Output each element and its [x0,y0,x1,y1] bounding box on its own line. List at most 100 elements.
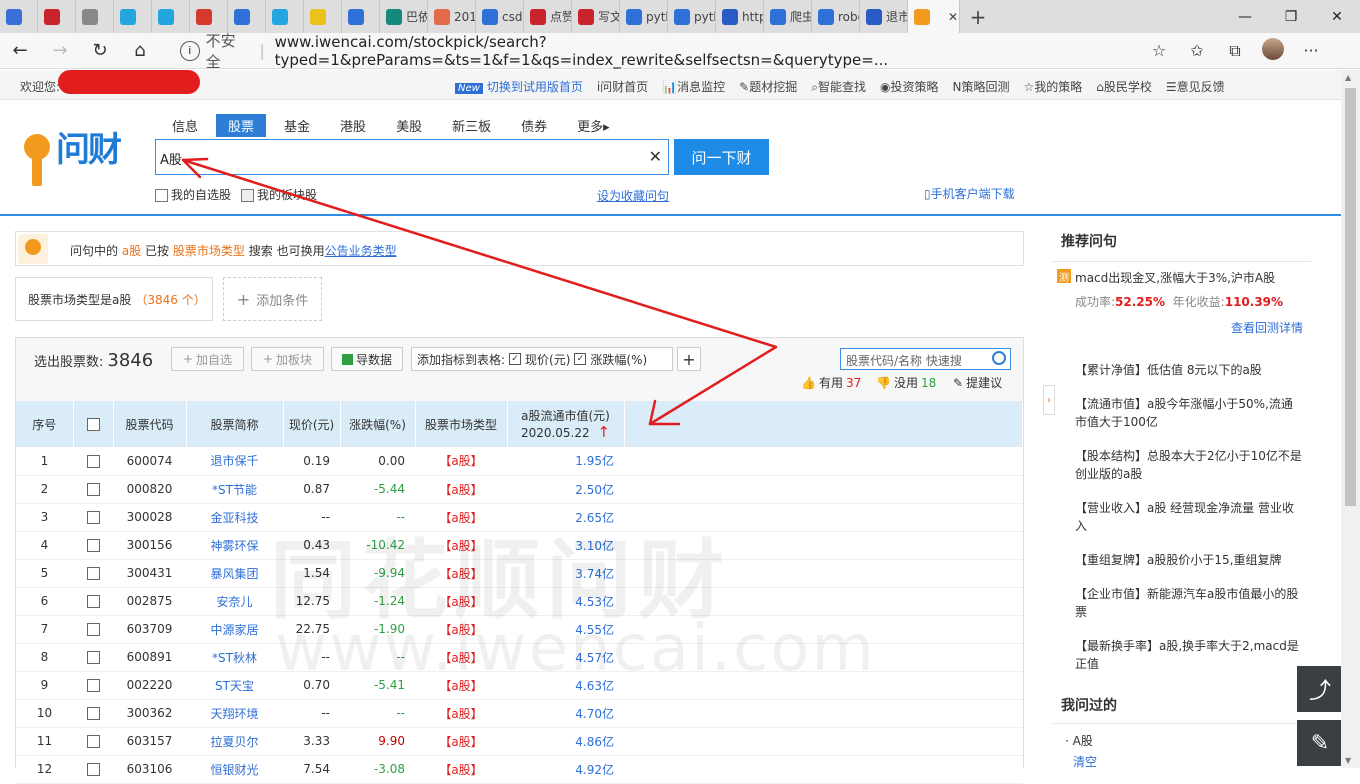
col-code[interactable]: 股票代码 [113,401,187,447]
stock-name-link[interactable]: 退市保千 [186,447,283,475]
save-question-link[interactable]: 设为收藏问句 [597,187,669,204]
useless-button[interactable]: 👎 没用 18 [876,374,936,391]
iwencai-home-link[interactable]: i问财首页 [597,78,648,95]
select-checkbox[interactable] [86,511,100,524]
browser-tab[interactable] [228,0,266,33]
price-indicator-checkbox[interactable]: ✓ [509,353,522,365]
stock-name-link[interactable]: ST天宝 [186,671,283,699]
recommend-item[interactable]: 【重组复牌】a股股价小于15,重组复牌 [1075,551,1303,569]
browser-tab[interactable]: 写文 [572,0,620,33]
stock-name-link[interactable]: 天翔环境 [186,699,283,727]
select-checkbox[interactable] [86,454,100,468]
category-tab[interactable]: 信息 [160,114,210,137]
feedback-link[interactable]: ☰意见反馈 [1166,78,1225,95]
table-row[interactable]: 2 000820 *ST节能 0.87 -5.44 【a股】 2.50亿 [16,475,1023,503]
browser-tab[interactable]: 巴依 [380,0,428,33]
table-row[interactable]: 12 603106 恒银财光 7.54 -3.08 【a股】 4.92亿 [16,755,1023,783]
select-checkbox[interactable] [86,679,100,692]
stock-name-link[interactable]: 暴风集团 [186,559,283,587]
select-checkbox[interactable] [86,707,100,720]
minimize-icon[interactable]: — [1222,0,1268,33]
smart-search-link[interactable]: ⌕智能查找 [811,78,866,95]
browser-tab[interactable] [76,0,114,33]
restore-icon[interactable]: ❐ [1268,0,1314,33]
profile-avatar[interactable] [1254,37,1292,64]
recommend-item[interactable]: 【企业市值】新能源汽车a股市值最小的股票 [1075,585,1303,621]
col-float-mktcap[interactable]: a股流通市值(元) 2020.05.22 ↑ [507,401,625,447]
select-checkbox[interactable] [86,539,100,552]
browser-tab[interactable] [190,0,228,33]
browser-tab[interactable] [342,0,380,33]
category-tab[interactable]: 新三板 [440,114,503,137]
close-window-icon[interactable]: ✕ [1314,0,1360,33]
row-checkbox[interactable] [73,559,113,587]
quick-search-input[interactable]: 股票代码/名称 快速搜 [840,348,1011,370]
stock-name-link[interactable]: *ST节能 [186,475,283,503]
select-checkbox[interactable] [86,651,100,664]
my-sectors-checkbox[interactable]: 我的板块股 [241,186,317,203]
browser-tab[interactable] [0,0,38,33]
browser-tab[interactable]: pyth [668,0,716,33]
col-market-type[interactable]: 股票市场类型 [415,401,508,447]
select-checkbox[interactable] [86,735,100,748]
row-checkbox[interactable] [73,699,113,727]
stock-name-link[interactable]: 中源家居 [186,615,283,643]
browser-tab[interactable]: robo [812,0,860,33]
change-indicator-checkbox[interactable]: ✓ [574,353,587,365]
col-name[interactable]: 股票简称 [186,401,284,447]
trial-home-link[interactable]: New 切换到试用版首页 [455,78,583,95]
condition-chip[interactable]: 股票市场类型是a股 （3846 个） [15,277,213,321]
back-icon[interactable]: ← [0,40,40,61]
close-tab-icon[interactable]: ✕ [948,10,958,24]
row-checkbox[interactable] [73,503,113,531]
recommend-item[interactable]: 【流通市值】a股今年涨幅小于50%,流通市值大于100亿 [1075,395,1303,431]
row-checkbox[interactable] [73,643,113,671]
col-price[interactable]: 现价(元) [283,401,341,447]
stock-name-link[interactable]: 拉夏贝尔 [186,727,283,755]
collapse-sidebar-icon[interactable]: › [1043,385,1055,415]
browser-tab[interactable] [266,0,304,33]
add-favorite-button[interactable]: + 加自选 [171,347,244,371]
col-change[interactable]: 涨跌幅(%) [340,401,416,447]
col-select-all[interactable] [73,401,114,447]
message-monitor-link[interactable]: 📊消息监控 [662,78,725,95]
float-mktcap-link[interactable]: 2.50亿 [507,475,624,503]
announcement-type-link[interactable]: 公告业务类型 [325,244,397,258]
category-tab[interactable]: 基金 [272,114,322,137]
row-checkbox[interactable] [73,475,113,503]
browser-tab[interactable] [152,0,190,33]
edit-icon[interactable]: ✎ [1297,720,1343,766]
float-mktcap-link[interactable]: 4.70亿 [507,699,624,727]
stock-name-link[interactable]: 恒银财光 [186,755,283,783]
add-condition-button[interactable]: + 添加条件 [223,277,322,321]
url-field[interactable]: i 不安全 | www.iwencai.com/stockpick/search… [180,32,1140,71]
home-icon[interactable]: ⌂ [120,40,160,61]
suggest-button[interactable]: ✎ 提建议 [953,374,1002,391]
float-mktcap-link[interactable]: 4.86亿 [507,727,624,755]
browser-tab[interactable]: http: [716,0,764,33]
useful-button[interactable]: 👍 有用 37 [801,374,861,391]
stock-name-link[interactable]: 安奈儿 [186,587,283,615]
school-link[interactable]: ⌂股民学校 [1096,78,1152,95]
my-stocks-checkbox[interactable]: 我的自选股 [155,186,231,203]
select-checkbox[interactable] [86,595,100,608]
select-checkbox[interactable] [86,567,100,580]
add-indicator-button[interactable]: + [677,347,701,371]
row-checkbox[interactable] [73,531,113,559]
browser-tab[interactable]: 2018 [428,0,476,33]
stock-name-link[interactable]: *ST秋林 [186,643,283,671]
browser-tab[interactable] [304,0,342,33]
invest-strategy-link[interactable]: ◉投资策略 [880,78,939,95]
browser-tab[interactable]: csdn [476,0,524,33]
browser-tab[interactable]: 爬虫 [764,0,812,33]
scroll-up-icon[interactable]: ▲ [1345,73,1351,82]
browser-tab[interactable]: 点赞 [524,0,572,33]
select-checkbox[interactable] [86,763,100,776]
more-menu-icon[interactable]: ··· [1292,41,1330,60]
row-checkbox[interactable] [73,587,113,615]
recommend-item[interactable]: 【最新换手率】a股,换手率大于2,macd是正值 [1075,637,1303,673]
favorites-icon[interactable]: ✩ [1178,41,1216,60]
browser-tab[interactable]: pyth [620,0,668,33]
page-scrollbar[interactable]: ▲ ▼ [1341,70,1360,768]
collections-icon[interactable]: ⧉ [1216,41,1254,61]
